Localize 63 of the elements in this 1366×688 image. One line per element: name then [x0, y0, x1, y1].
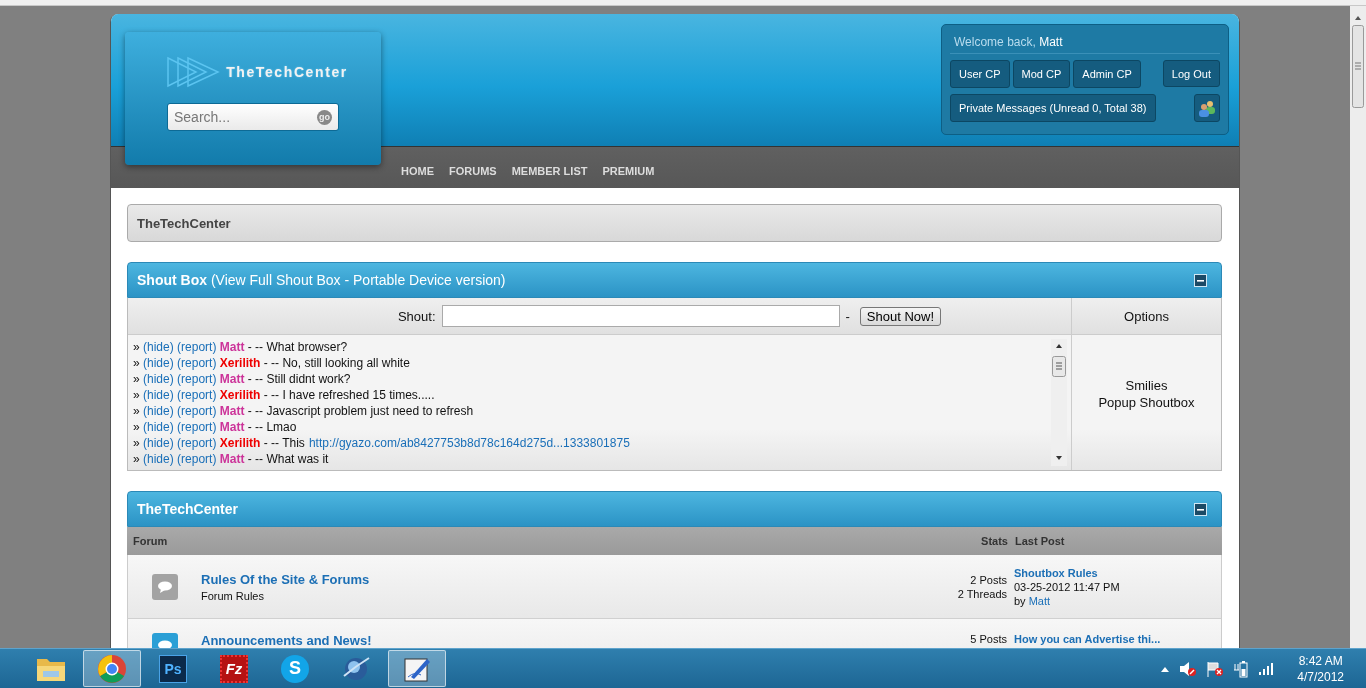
column-header: Forum	[132, 535, 169, 547]
collapse-icon[interactable]	[1194, 273, 1207, 287]
shoutbox-title: Shout Box (View Full Shout Box - Portable Device version)	[137, 272, 506, 288]
shout-message: » (hide) (report) Matt - -- Javascript problem just need to refresh	[133, 403, 475, 419]
nav-link[interactable]: FORUMS	[449, 164, 497, 177]
welcome-text: Welcome back, Matt	[950, 31, 1220, 54]
option-link[interactable]: Popup Shoutbox	[1098, 394, 1195, 410]
battery-icon[interactable]	[1233, 659, 1250, 678]
users-icon	[1197, 99, 1217, 117]
taskbar-app-button[interactable]	[83, 650, 141, 687]
collapse-icon[interactable]	[1194, 502, 1207, 516]
post-date: 03-25-2012 11:47 PM	[1014, 580, 1121, 593]
forum-description: Forum Rules	[201, 589, 265, 602]
section-title: TheTechCenter	[137, 501, 238, 517]
shout-message: » (hide) (report) Matt - -- What was it	[133, 451, 330, 467]
signal-icon[interactable]	[1258, 662, 1275, 675]
muted-speaker-icon[interactable]	[1179, 660, 1198, 677]
shout-message: » (hide) (report) Matt - -- Still didnt work?	[133, 371, 352, 387]
shout-message: » (hide) (report) Xerilith - -- No, still looking all white	[133, 355, 411, 371]
taskbar-app-button[interactable]: Ps	[144, 650, 202, 687]
shout-message: » (hide) (report) Matt - -- What browser?	[133, 339, 349, 355]
panel-button[interactable]: Admin CP	[1073, 60, 1141, 88]
logout-button[interactable]: Log Out	[1162, 60, 1220, 87]
shout-label: Shout:	[397, 308, 436, 324]
last-post-link[interactable]: Shoutbox Rules	[1014, 566, 1221, 579]
options-header: Options	[1072, 298, 1221, 335]
go-button[interactable]: go	[317, 109, 332, 125]
site-logo-text: TheTechCenter	[226, 64, 348, 80]
buddy-list-button[interactable]	[1194, 94, 1220, 122]
search-field[interactable]: Search... go	[167, 103, 339, 131]
app-icon-text: S	[281, 654, 309, 683]
breadcrumb-link[interactable]: TheTechCenter	[137, 215, 231, 231]
panel-button[interactable]: User CP	[950, 60, 1010, 88]
option-link[interactable]: Smilies	[1125, 377, 1168, 393]
shout-input-field[interactable]	[441, 305, 840, 327]
app-icon-text: Fz	[220, 654, 248, 683]
panel-button[interactable]: Mod CP	[1012, 60, 1071, 88]
flag-icon[interactable]	[1206, 660, 1225, 677]
stat-text: 2 Posts	[970, 573, 1007, 586]
column-header: Last Post	[1015, 535, 1066, 547]
shout-message: » (hide) (report) Xerilith - -- I have refreshed 15 times.....	[133, 387, 436, 403]
app-icon-text: Ps	[159, 654, 187, 683]
taskbar-app-button[interactable]	[388, 650, 446, 687]
forum-title-link[interactable]: Rules Of the Site & Forums	[201, 571, 927, 587]
separator-text: -	[845, 308, 850, 324]
shout-message: » (hide) (report) Xerilith - -- This http://gyazo.com/ab8427753b8d78c164d275d...1333801875	[133, 435, 631, 451]
last-post-link[interactable]: How you can Advertise thi...	[1014, 633, 1221, 645]
column-header: Stats	[980, 535, 1009, 547]
stat-text: 2 Threads	[957, 587, 1007, 600]
shout-message: » (hide) (report) Matt - -- Lmao	[133, 419, 298, 435]
nav-link[interactable]: MEMBER LIST	[511, 164, 588, 177]
circle-logo-icon	[97, 653, 127, 684]
nav-link[interactable]: PREMIUM	[602, 164, 655, 177]
clock[interactable]: 8:42 AM 4/7/2012	[1297, 652, 1344, 685]
private-messages-button[interactable]: Private Messages (Unread 0, Total 38)	[950, 94, 1156, 122]
user-link[interactable]: Matt	[1028, 594, 1051, 607]
scrollbar[interactable]	[1051, 339, 1067, 466]
forum-title-link[interactable]: Announcements and News!	[201, 633, 927, 648]
shout-now-button[interactable]: Shout Now!	[859, 306, 942, 326]
stat-text: 5 Posts	[970, 633, 1007, 645]
taskbar-app-button[interactable]: Fz	[205, 650, 263, 687]
nav-link[interactable]: HOME	[401, 164, 434, 177]
by-text: by	[1014, 594, 1026, 607]
